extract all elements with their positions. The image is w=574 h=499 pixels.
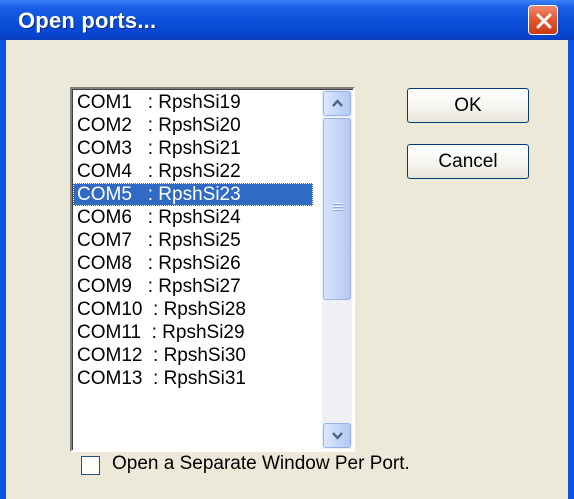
port-list-item[interactable]: COM5 : RpshSi23	[73, 183, 313, 206]
ok-button[interactable]: OK	[407, 88, 529, 123]
port-list-item[interactable]: COM1 : RpshSi19	[73, 91, 313, 114]
port-list: COM1 : RpshSi19 COM2 : RpshSi20 COM3 : Rps…	[73, 91, 313, 390]
scroll-grip	[333, 203, 343, 212]
scroll-up-button[interactable]	[323, 91, 351, 116]
close-icon	[536, 13, 552, 29]
port-list-item[interactable]: COM13 : RpshSi31	[73, 367, 313, 390]
cancel-button[interactable]: Cancel	[407, 144, 529, 179]
dialog-body: COM1 : RpshSi19 COM2 : RpshSi20 COM3 : Rps…	[6, 40, 568, 499]
port-list-item[interactable]: COM7 : RpshSi25	[73, 229, 313, 252]
port-list-item[interactable]: COM9 : RpshSi27	[73, 275, 313, 298]
title-bar[interactable]: Open ports...	[0, 0, 574, 40]
port-list-item[interactable]: COM6 : RpshSi24	[73, 206, 313, 229]
scroll-thumb[interactable]	[323, 118, 351, 300]
port-list-item[interactable]: COM12 : RpshSi30	[73, 344, 313, 367]
port-listbox[interactable]: COM1 : RpshSi19 COM2 : RpshSi20 COM3 : Rps…	[70, 87, 355, 452]
open-ports-dialog: Open ports... COM1 : RpshSi19 COM2 : Rpsh…	[0, 0, 574, 499]
vertical-scrollbar[interactable]	[322, 90, 352, 449]
port-list-item[interactable]: COM10 : RpshSi28	[73, 298, 313, 321]
scroll-down-button[interactable]	[323, 423, 351, 448]
port-list-item[interactable]: COM11 : RpshSi29	[73, 321, 313, 344]
port-list-item[interactable]: COM2 : RpshSi20	[73, 114, 313, 137]
port-list-item[interactable]: COM3 : RpshSi21	[73, 137, 313, 160]
window-title: Open ports...	[18, 8, 157, 33]
separate-window-label[interactable]: Open a Separate Window Per Port.	[112, 453, 410, 475]
port-list-item[interactable]: COM4 : RpshSi22	[73, 160, 313, 183]
close-button[interactable]	[528, 5, 558, 35]
separate-window-checkbox[interactable]	[81, 456, 100, 475]
chevron-up-icon	[332, 99, 343, 107]
chevron-down-icon	[332, 432, 343, 440]
port-list-item[interactable]: COM8 : RpshSi26	[73, 252, 313, 275]
